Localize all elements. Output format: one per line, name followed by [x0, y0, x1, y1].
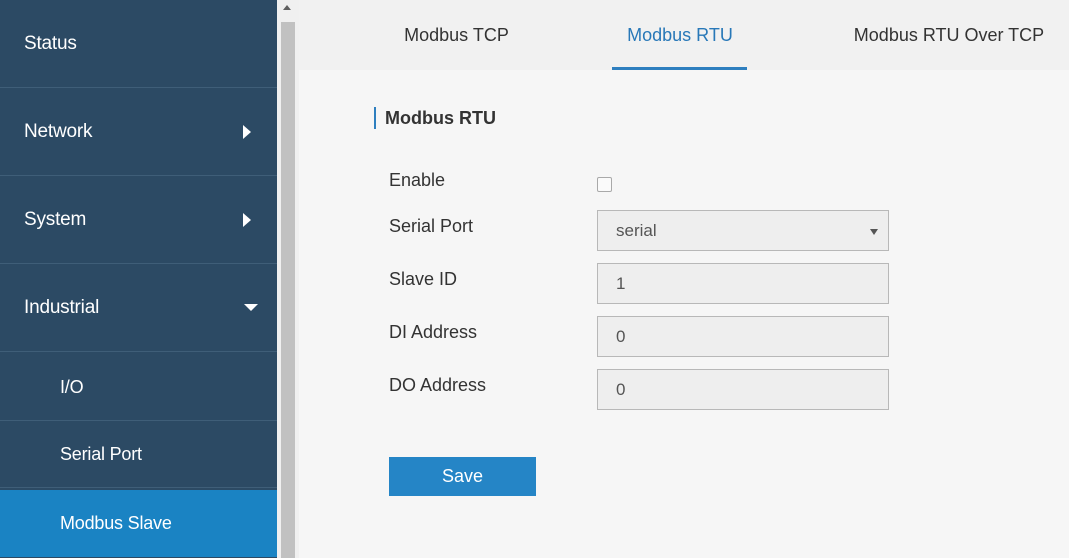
- sidebar-subitem-modbus-slave[interactable]: Modbus Slave: [0, 490, 277, 557]
- sidebar-item-industrial[interactable]: Industrial: [0, 264, 277, 352]
- slave-id-input[interactable]: 1: [597, 263, 889, 304]
- tab-modbus-rtu[interactable]: Modbus RTU: [599, 0, 761, 70]
- dropdown-arrow-icon: [870, 229, 878, 235]
- sidebar-item-label: I/O: [60, 376, 84, 397]
- section-title: Modbus RTU: [374, 107, 496, 129]
- tab-label: Modbus RTU Over TCP: [853, 24, 1045, 45]
- do-address-label: DO Address: [389, 375, 487, 395]
- chevron-right-icon: [243, 212, 251, 227]
- di-address-value: 0: [616, 326, 626, 346]
- enable-label: Enable: [389, 170, 446, 190]
- serial-port-value: serial: [616, 220, 657, 240]
- do-address-value: 0: [616, 379, 626, 399]
- sidebar-item-label: Status: [24, 32, 77, 54]
- sidebar-subitem-io[interactable]: I/O: [0, 354, 277, 421]
- sidebar-item-status[interactable]: Status: [0, 0, 277, 88]
- enable-checkbox[interactable]: [597, 177, 612, 192]
- slave-id-label: Slave ID: [389, 269, 458, 289]
- active-tab-indicator: [612, 67, 747, 70]
- sidebar: Status Network System Industrial I/O Ser…: [0, 0, 277, 558]
- sidebar-subitem-serial-port[interactable]: Serial Port: [0, 421, 277, 488]
- do-address-input[interactable]: 0: [597, 369, 889, 410]
- chevron-down-icon: [244, 304, 258, 311]
- sidebar-item-label: Industrial: [24, 296, 100, 318]
- tab-label: Modbus RTU: [627, 24, 733, 45]
- slave-id-value: 1: [616, 273, 626, 293]
- sidebar-item-label: Serial Port: [60, 443, 142, 464]
- di-address-input[interactable]: 0: [597, 316, 889, 357]
- serial-port-select[interactable]: serial: [597, 210, 889, 251]
- tab-modbus-rtu-over-tcp[interactable]: Modbus RTU Over TCP: [829, 0, 1069, 70]
- tab-bar: Modbus TCP Modbus RTU Modbus RTU Over TC…: [299, 0, 1069, 70]
- main-content: Modbus TCP Modbus RTU Modbus RTU Over TC…: [299, 0, 1069, 558]
- chevron-right-icon: [243, 124, 251, 139]
- sidebar-item-system[interactable]: System: [0, 176, 277, 264]
- scroll-thumb[interactable]: [281, 22, 295, 558]
- tab-modbus-tcp[interactable]: Modbus TCP: [369, 0, 544, 70]
- tab-label: Modbus TCP: [404, 24, 509, 45]
- sidebar-item-label: System: [24, 208, 87, 230]
- sidebar-item-network[interactable]: Network: [0, 88, 277, 176]
- sidebar-scrollbar[interactable]: [277, 0, 299, 558]
- serial-port-label: Serial Port: [389, 216, 474, 236]
- sidebar-item-label: Modbus Slave: [60, 513, 172, 533]
- save-button[interactable]: Save: [389, 457, 536, 496]
- di-address-label: DI Address: [389, 322, 478, 342]
- scroll-up-arrow-icon[interactable]: [283, 5, 291, 10]
- sidebar-item-label: Network: [24, 120, 93, 142]
